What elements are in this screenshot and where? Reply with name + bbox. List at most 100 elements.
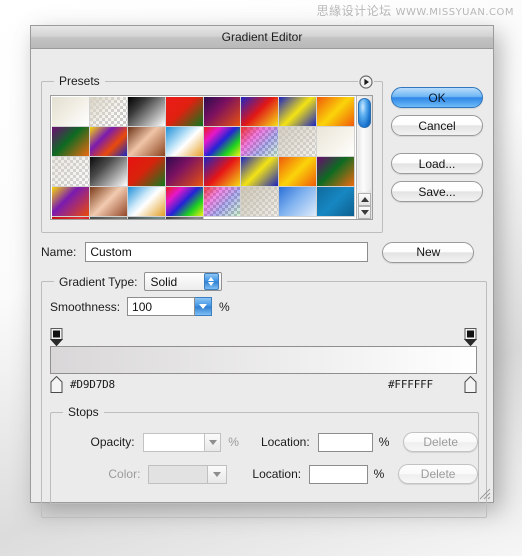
preset-swatch-gray-gradient[interactable] — [89, 217, 128, 219]
preset-swatch-orange-yellow[interactable] — [279, 157, 318, 187]
preset-swatch-transparent-rainbow-2[interactable] — [203, 187, 242, 217]
preset-swatch-red-green[interactable] — [165, 97, 204, 127]
preset-swatch-dark-gray[interactable] — [165, 217, 204, 219]
preset-swatch-fill — [52, 127, 89, 156]
preset-menu-icon[interactable] — [358, 74, 374, 90]
gradient-editor-dialog: Gradient Editor Presets OK Cancel Load..… — [30, 25, 494, 518]
preset-swatch-blue-transparent[interactable] — [52, 157, 90, 187]
preset-swatch-fill — [279, 97, 317, 126]
preset-swatch-spectrum-2[interactable] — [165, 187, 204, 217]
opacity-stop-row: Opacity: % Location: % Delete — [51, 431, 478, 453]
preset-swatch-violet-green[interactable] — [317, 157, 355, 187]
preset-swatch-blue-light[interactable] — [279, 187, 318, 217]
preset-swatch-transparent-rainbow[interactable] — [241, 127, 280, 157]
gradient-type-group: Gradient Type: Solid Smoothness: 100 % #… — [41, 272, 487, 518]
smoothness-input[interactable]: 100 — [127, 297, 196, 316]
load-button[interactable]: Load... — [391, 153, 483, 174]
color-swatch-dropdown[interactable] — [148, 464, 228, 484]
preset-swatch-yellow-violet[interactable] — [52, 187, 90, 217]
scrollbar-thumb[interactable] — [358, 98, 371, 128]
opacity-dropdown-icon[interactable] — [204, 432, 222, 452]
preset-swatch-orange-yellow-orange[interactable] — [317, 97, 355, 127]
smoothness-dropdown-icon[interactable] — [195, 297, 213, 316]
preset-swatch-fill — [127, 217, 165, 219]
color-location-unit: % — [373, 467, 385, 481]
preset-swatch-red-orange[interactable] — [127, 157, 166, 187]
preset-swatch-grid[interactable] — [51, 96, 356, 219]
resize-grip[interactable] — [478, 487, 491, 500]
smoothness-row: Smoothness: 100 % — [50, 297, 230, 316]
preset-swatch-chrome-2[interactable] — [127, 187, 166, 217]
opacity-stop-left[interactable] — [49, 328, 64, 347]
gradient-type-stepper-icon[interactable] — [203, 273, 219, 290]
new-button[interactable]: New — [382, 241, 475, 263]
preset-swatch-copper[interactable] — [127, 127, 166, 157]
preset-swatch-transparent-stripes[interactable] — [279, 127, 318, 157]
preset-swatch-fill — [241, 157, 279, 186]
color-stop-right[interactable] — [464, 375, 477, 393]
color-stop-left[interactable] — [50, 375, 63, 393]
preset-swatch-fill — [89, 97, 127, 126]
preset-swatch-fill — [127, 187, 165, 216]
color-label: Color: — [108, 467, 141, 481]
preset-swatch-foreground-to-transparent[interactable] — [89, 97, 128, 127]
opacity-input[interactable] — [142, 432, 205, 452]
gradient-strip[interactable] — [50, 346, 477, 374]
preset-swatch-violet-green-orange[interactable] — [52, 127, 90, 157]
preset-swatch-yellow-violet-orange-blue[interactable] — [89, 127, 128, 157]
preset-swatch-black-white[interactable] — [127, 97, 166, 127]
preset-swatch-blue-yellow-blue[interactable] — [279, 97, 318, 127]
color-location-input[interactable] — [309, 464, 368, 484]
preset-swatch-violet-orange[interactable] — [203, 97, 242, 127]
preset-swatch-blue-red[interactable] — [203, 157, 242, 187]
preset-swatch-fill — [52, 187, 89, 216]
dialog-titlebar[interactable]: Gradient Editor — [31, 26, 493, 49]
presets-scrollbar[interactable] — [356, 96, 372, 219]
color-dropdown-icon[interactable] — [207, 465, 227, 483]
delete-opacity-stop-button[interactable]: Delete — [403, 432, 478, 452]
preset-swatch-blue-yellow[interactable] — [241, 157, 280, 187]
color-swatch[interactable] — [149, 465, 208, 483]
preset-swatch-neutral-density[interactable] — [317, 127, 355, 157]
preset-swatch-fill — [279, 157, 317, 186]
preset-swatch-white-black[interactable] — [89, 157, 128, 187]
preset-swatch-copper-2[interactable] — [89, 187, 128, 217]
preset-swatch-fill — [241, 127, 279, 156]
opacity-location-input[interactable] — [317, 432, 373, 452]
name-row: Name: Custom New — [41, 241, 485, 263]
preset-swatch-fill — [52, 217, 89, 219]
preset-swatch-red-dark[interactable] — [52, 217, 90, 219]
preset-swatch-fill — [127, 97, 165, 126]
preset-swatch-fill — [165, 157, 203, 186]
preset-swatch-steel-blue[interactable] — [317, 187, 355, 217]
smoothness-label: Smoothness: — [50, 299, 121, 314]
preset-swatch-purple-red[interactable] — [165, 157, 204, 187]
scrollbar-track[interactable] — [358, 97, 371, 192]
preset-swatch-transparent-stripes-2[interactable] — [241, 187, 280, 217]
preset-swatch-fill — [203, 97, 241, 126]
name-input[interactable]: Custom — [85, 242, 369, 262]
preset-swatch-fill — [317, 187, 354, 216]
scroll-down-icon[interactable] — [358, 206, 371, 219]
delete-color-stop-button[interactable]: Delete — [398, 464, 479, 484]
preset-swatch-fill — [52, 97, 89, 126]
cancel-button[interactable]: Cancel — [391, 115, 483, 136]
scroll-up-icon[interactable] — [358, 193, 371, 206]
preset-swatch-fill — [165, 217, 203, 219]
gradient-end-hex-label: #FFFFFF — [388, 378, 433, 391]
preset-swatch-blue-red-yellow[interactable] — [241, 97, 280, 127]
gradient-type-select[interactable]: Solid — [143, 272, 222, 291]
preset-swatch-spectrum[interactable] — [203, 127, 242, 157]
ok-button[interactable]: OK — [391, 87, 483, 108]
smoothness-unit: % — [219, 299, 230, 314]
preset-swatch-chrome[interactable] — [165, 127, 204, 157]
color-stop-row: Color: Location: % Delete — [51, 463, 479, 485]
preset-swatch-fill — [241, 97, 279, 126]
preset-swatch-foreground-to-background[interactable] — [52, 97, 90, 127]
preset-swatch-teal-gray[interactable] — [127, 217, 166, 219]
preset-swatch-fill — [279, 187, 317, 216]
opacity-stop-right[interactable] — [463, 328, 478, 347]
save-button[interactable]: Save... — [391, 181, 483, 202]
opacity-location-unit: % — [378, 435, 390, 449]
stops-group: Stops Opacity: % Location: % Delete Colo… — [50, 405, 479, 504]
